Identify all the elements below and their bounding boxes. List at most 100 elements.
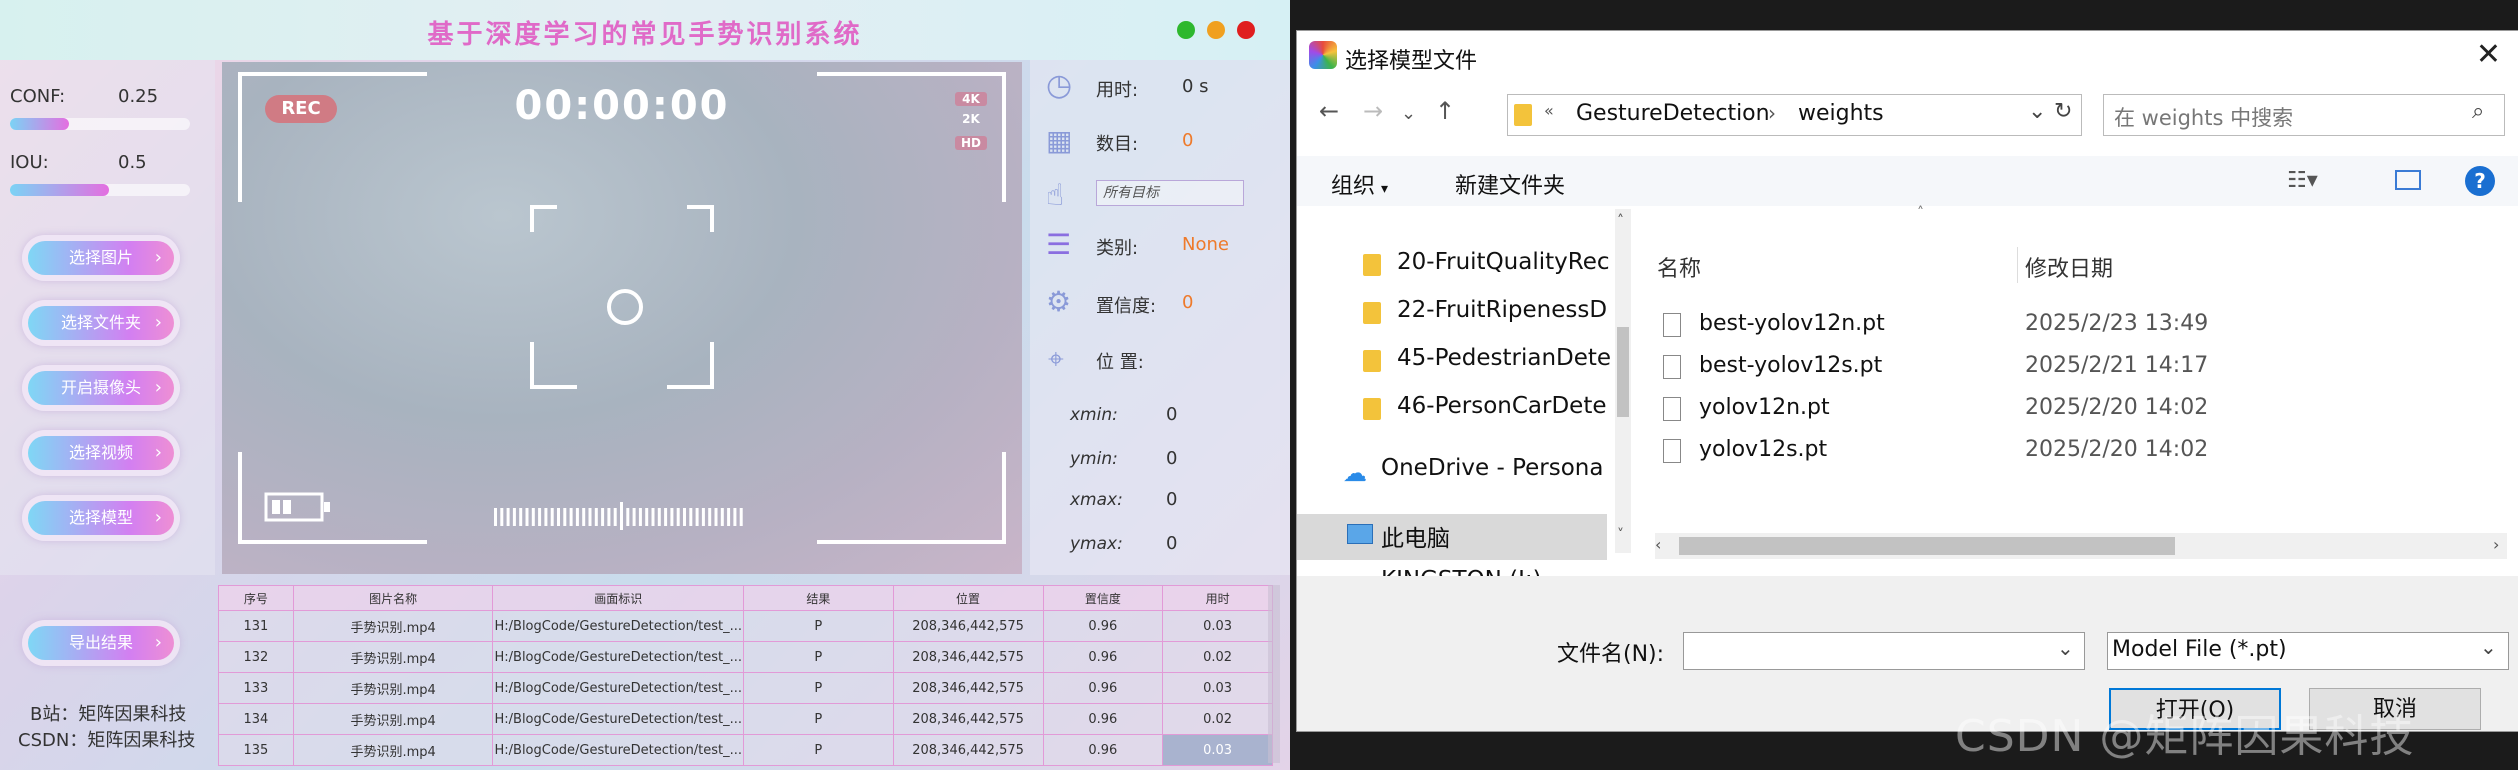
chevron-down-icon[interactable]: ⌄ xyxy=(1401,103,1416,124)
cell-frame-id: H:/BlogCode/GestureDetection/test_... xyxy=(492,734,745,766)
file-name[interactable]: yolov12s.pt xyxy=(1699,437,1827,462)
col-header-name[interactable]: 名称 xyxy=(1657,251,1701,283)
nav-item-folder[interactable]: 20-FruitQualityRec xyxy=(1397,249,1610,275)
chevron-down-icon[interactable]: ⌄ xyxy=(2057,636,2074,660)
chevron-right-icon: › xyxy=(154,377,162,398)
chevron-down-icon[interactable]: ⌄ xyxy=(2028,99,2046,124)
cell-image-name: 手势识别.mp4 xyxy=(292,703,494,735)
hscrollbar-thumb[interactable] xyxy=(1679,537,2175,555)
filename-input[interactable] xyxy=(1683,632,2085,670)
target-select[interactable]: 所有目标 xyxy=(1096,180,1244,206)
table-row[interactable]: 131 手势识别.mp4 H:/BlogCode/GestureDetectio… xyxy=(218,610,1273,642)
table-row[interactable]: 133 手势识别.mp4 H:/BlogCode/GestureDetectio… xyxy=(218,672,1273,704)
scroll-down-icon[interactable]: ˅ xyxy=(1617,527,1624,543)
nav-item-folder[interactable]: 46-PersonCarDete xyxy=(1397,393,1607,419)
up-arrow-icon[interactable]: ↑ xyxy=(1435,97,1455,125)
nav-item-onedrive[interactable]: OneDrive - Persona xyxy=(1381,455,1603,481)
breadcrumb-overflow[interactable]: « xyxy=(1544,101,1554,120)
folder-icon xyxy=(1363,398,1381,420)
chevron-right-icon: › xyxy=(154,247,162,268)
table-row[interactable]: 135 手势识别.mp4 H:/BlogCode/GestureDetectio… xyxy=(218,734,1273,766)
ruler-tick xyxy=(739,508,743,526)
scroll-left-icon[interactable]: ‹ xyxy=(1655,535,1661,554)
cell-position: 208,346,442,575 xyxy=(892,610,1044,642)
maximize-button[interactable] xyxy=(1177,21,1195,39)
ruler-tick xyxy=(613,508,617,526)
ruler-tick xyxy=(708,508,712,526)
ruler-tick xyxy=(525,508,529,526)
col-header-result[interactable]: 结果 xyxy=(743,585,894,611)
cell-position: 208,346,442,575 xyxy=(892,641,1044,673)
scroll-up-icon[interactable]: ˄ xyxy=(1617,213,1624,229)
file-name[interactable]: best-yolov12s.pt xyxy=(1699,353,1882,378)
search-icon: ⌕ xyxy=(2472,99,2485,124)
table-scrollbar[interactable] xyxy=(1268,585,1280,763)
ruler-tick xyxy=(670,508,674,526)
folder-icon xyxy=(1514,104,1532,126)
open-camera-label: 开启摄像头 xyxy=(60,378,141,397)
refresh-icon[interactable]: ↻ xyxy=(2054,99,2072,124)
file-name[interactable]: yolov12n.pt xyxy=(1699,395,1830,420)
nav-scrollbar[interactable]: ˄ ˅ xyxy=(1615,209,1631,553)
nav-item-folder[interactable]: 45-PedestrianDete xyxy=(1397,345,1611,371)
new-folder-button[interactable]: 新建文件夹 xyxy=(1455,168,1565,200)
close-icon[interactable]: ✕ xyxy=(2476,37,2501,72)
cell-index: 133 xyxy=(218,672,294,704)
col-header-confidence[interactable]: 置信度 xyxy=(1042,585,1164,611)
breadcrumb-weights[interactable]: weights xyxy=(1798,101,1884,126)
select-folder-button[interactable]: 选择文件夹 › xyxy=(22,300,180,346)
select-image-button[interactable]: 选择图片 › xyxy=(22,235,180,281)
close-button[interactable] xyxy=(1237,21,1255,39)
forward-arrow-icon[interactable]: → xyxy=(1363,97,1383,125)
cell-position: 208,346,442,575 xyxy=(892,734,1044,766)
cell-index: 131 xyxy=(218,610,294,642)
iou-slider[interactable] xyxy=(10,184,190,196)
col-header-index[interactable]: 序号 xyxy=(218,585,294,611)
ruler-tick xyxy=(645,508,649,526)
chevron-right-icon: › xyxy=(154,312,162,333)
computer-icon xyxy=(1347,524,1373,544)
minimize-button[interactable] xyxy=(1207,21,1225,39)
col-divider xyxy=(2017,247,2018,283)
search-input[interactable]: 在 weights 中搜索 ⌕ xyxy=(2103,94,2505,136)
control-panel: CONF: 0.25 IOU: 0.5 选择图片 › 选择文件夹 › 开启摄像头 › … xyxy=(0,60,215,575)
conf-slider[interactable] xyxy=(10,118,190,130)
organize-label: 组织 xyxy=(1331,174,1376,199)
cell-frame-id: H:/BlogCode/GestureDetection/test_... xyxy=(492,672,745,704)
preview-pane-icon[interactable] xyxy=(2395,170,2421,190)
help-icon[interactable]: ? xyxy=(2465,166,2495,196)
table-header-row: 序号 图片名称 画面标识 结果 位置 置信度 用时 xyxy=(218,585,1273,611)
col-header-time[interactable]: 用时 xyxy=(1162,585,1273,611)
table-row[interactable]: 132 手势识别.mp4 H:/BlogCode/GestureDetectio… xyxy=(218,641,1273,673)
ruler-tick xyxy=(500,508,504,526)
nav-item-folder[interactable]: 22-FruitRipenessD xyxy=(1397,297,1607,323)
file-name[interactable]: best-yolov12n.pt xyxy=(1699,311,1885,336)
col-header-frame-id[interactable]: 画面标识 xyxy=(492,585,745,611)
confidence-label: 置信度: xyxy=(1096,296,1157,317)
table-row[interactable]: 134 手势识别.mp4 H:/BlogCode/GestureDetectio… xyxy=(218,703,1273,735)
view-list-icon[interactable]: ☷▾ xyxy=(2287,168,2318,193)
open-camera-button[interactable]: 开启摄像头 › xyxy=(22,365,180,411)
ruler-tick xyxy=(601,508,605,526)
scroll-right-icon[interactable]: › xyxy=(2493,535,2499,554)
nav-scrollbar-thumb[interactable] xyxy=(1617,327,1629,417)
col-header-date[interactable]: 修改日期 xyxy=(2025,251,2113,283)
conf-value: 0.25 xyxy=(118,86,159,107)
export-results-button[interactable]: 导出结果 › xyxy=(22,620,180,666)
cell-index: 134 xyxy=(218,703,294,735)
organize-menu[interactable]: 组织 ▾ xyxy=(1331,168,1388,200)
breadcrumb-gesturedetection[interactable]: GestureDetection xyxy=(1576,101,1770,126)
col-header-image-name[interactable]: 图片名称 xyxy=(292,585,494,611)
address-bar[interactable]: « GestureDetection › weights ⌄ ↻ xyxy=(1507,94,2082,136)
select-model-button[interactable]: 选择模型 › xyxy=(22,495,180,541)
select-video-button[interactable]: 选择视频 › xyxy=(22,430,180,476)
time-label: 用时: xyxy=(1096,80,1139,101)
nav-item-this-pc[interactable]: 此电脑 xyxy=(1381,519,1450,553)
col-header-position[interactable]: 位置 xyxy=(892,585,1044,611)
filetype-select[interactable]: Model File (*.pt) ⌄ xyxy=(2107,632,2509,670)
file-list-hscrollbar[interactable]: ‹ › xyxy=(1655,533,2507,559)
select-model-label: 选择模型 xyxy=(68,508,133,527)
hand-pointer-icon: ☝ xyxy=(1046,178,1065,213)
back-arrow-icon[interactable]: ← xyxy=(1319,97,1339,125)
navigation-pane: 20-FruitQualityRec 22-FruitRipenessD 45-… xyxy=(1297,209,1617,579)
